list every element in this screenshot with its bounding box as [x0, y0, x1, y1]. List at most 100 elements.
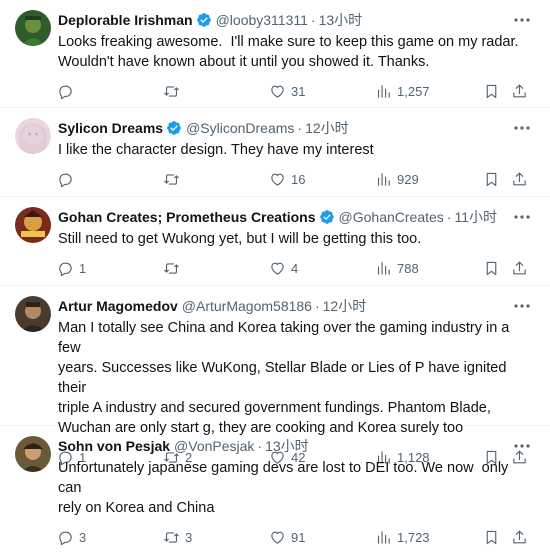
separator-dot: ·	[257, 438, 263, 454]
avatar[interactable]	[15, 10, 51, 46]
bookmark-button[interactable]	[483, 260, 511, 277]
verified-badge-icon	[167, 121, 181, 135]
share-button[interactable]	[511, 260, 531, 277]
timestamp[interactable]: 11小时	[454, 207, 497, 227]
views-button[interactable]: 929	[375, 171, 483, 188]
tweet-text: Looks freaking awesome. I'll make sure t…	[58, 34, 519, 70]
action-bar: 31 1,257	[57, 72, 534, 110]
like-button[interactable]: 91	[269, 529, 375, 546]
retweet-button[interactable]: 3	[163, 529, 269, 546]
reply-button[interactable]	[57, 83, 163, 100]
avatar[interactable]	[15, 436, 51, 472]
user-handle[interactable]: @ArturMagom58186	[182, 298, 312, 314]
share-button[interactable]	[511, 171, 531, 188]
user-handle[interactable]: @SyliconDreams	[186, 120, 294, 136]
view-count: 1,723	[397, 529, 430, 545]
action-bar: 16 929	[57, 160, 534, 198]
like-count: 4	[291, 260, 299, 276]
views-icon	[377, 261, 390, 275]
heart-icon	[271, 85, 284, 98]
tweet[interactable]: Deplorable Irishman @looby311311 · 13小时 …	[0, 0, 550, 108]
reply-count: 1	[79, 260, 87, 276]
user-handle[interactable]: @looby311311	[216, 12, 308, 28]
reply-icon	[59, 262, 72, 276]
reply-button[interactable]: 1	[57, 260, 163, 277]
tweet-text: Still need to get Wukong yet, but I will…	[58, 231, 422, 247]
like-button[interactable]: 16	[269, 171, 375, 188]
views-icon	[377, 84, 390, 98]
bookmark-icon	[486, 84, 497, 98]
timestamp[interactable]: 12小时	[305, 118, 349, 138]
separator-dot: ·	[446, 209, 452, 225]
more-options-icon[interactable]	[512, 10, 532, 30]
bookmark-button[interactable]	[483, 171, 511, 188]
timestamp[interactable]: 13小时	[319, 10, 363, 30]
tweet[interactable]: Artur Magomedov @ArturMagom58186 · 12小时 …	[0, 286, 550, 465]
action-bar: 3 3 91 1,723	[57, 518, 534, 556]
reply-icon	[59, 531, 72, 545]
bookmark-icon	[486, 261, 497, 275]
like-count: 31	[291, 83, 306, 99]
timestamp[interactable]: 12小时	[323, 296, 367, 316]
retweet-icon	[164, 85, 179, 97]
retweet-button[interactable]	[163, 171, 269, 188]
more-options-icon[interactable]	[512, 436, 532, 456]
bookmark-icon	[486, 172, 497, 186]
tweet-text: Unfortunately japanese gaming devs are l…	[58, 460, 509, 516]
heart-icon	[271, 173, 284, 186]
views-icon	[377, 172, 390, 186]
views-icon	[377, 530, 390, 544]
avatar[interactable]	[15, 296, 51, 332]
retweet-count: 3	[185, 529, 193, 545]
user-handle[interactable]: @VonPesjak	[174, 438, 254, 454]
like-button[interactable]: 31	[269, 83, 375, 100]
like-count: 91	[291, 529, 306, 545]
views-button[interactable]: 1,257	[375, 83, 483, 100]
tweet[interactable]: Sohn von Pesjak @VonPesjak · 13小时 Unfort…	[0, 426, 550, 545]
share-icon	[513, 172, 526, 185]
display-name[interactable]: Artur Magomedov	[58, 298, 178, 314]
display-name[interactable]: Gohan Creates; Prometheus Creations	[58, 209, 316, 225]
separator-dot: ·	[297, 120, 303, 136]
heart-icon	[271, 262, 284, 275]
more-options-icon[interactable]	[512, 296, 532, 316]
like-button[interactable]: 4	[269, 260, 375, 277]
retweet-icon	[164, 531, 179, 543]
separator-dot: ·	[310, 12, 316, 28]
reply-button[interactable]: 3	[57, 529, 163, 546]
share-button[interactable]	[511, 529, 531, 546]
bookmark-icon	[486, 530, 497, 544]
avatar[interactable]	[15, 118, 51, 154]
tweet-text: Man I totally see China and Korea taking…	[58, 320, 510, 436]
tweet-text: I like the character design. They have m…	[58, 142, 374, 158]
user-handle[interactable]: @GohanCreates	[339, 209, 444, 225]
retweet-icon	[164, 173, 179, 185]
bookmark-button[interactable]	[483, 83, 511, 100]
share-button[interactable]	[511, 83, 531, 100]
display-name[interactable]: Sohn von Pesjak	[58, 438, 170, 454]
retweet-button[interactable]	[163, 83, 269, 100]
share-icon	[513, 261, 526, 274]
timestamp[interactable]: 13小时	[265, 436, 309, 456]
bookmark-button[interactable]	[483, 529, 511, 546]
tweet[interactable]: Sylicon Dreams @SyliconDreams · 12小时 I l…	[0, 108, 550, 197]
reply-button[interactable]	[57, 171, 163, 188]
avatar[interactable]	[15, 207, 51, 243]
verified-badge-icon	[196, 13, 211, 27]
display-name[interactable]: Deplorable Irishman	[58, 12, 193, 28]
view-count: 929	[397, 171, 419, 187]
like-count: 16	[291, 171, 306, 187]
retweet-icon	[164, 262, 179, 274]
views-button[interactable]: 1,723	[375, 529, 483, 546]
more-options-icon[interactable]	[512, 207, 532, 227]
reply-icon	[59, 173, 72, 187]
reply-icon	[59, 85, 72, 99]
more-options-icon[interactable]	[512, 118, 532, 138]
share-icon	[513, 530, 526, 543]
display-name[interactable]: Sylicon Dreams	[58, 120, 163, 136]
retweet-button[interactable]	[163, 260, 269, 277]
reply-feed: Deplorable Irishman @looby311311 · 13小时 …	[0, 0, 550, 545]
verified-badge-icon	[319, 210, 334, 224]
tweet[interactable]: Gohan Creates; Prometheus Creations @Goh…	[0, 197, 550, 286]
views-button[interactable]: 788	[375, 260, 483, 277]
